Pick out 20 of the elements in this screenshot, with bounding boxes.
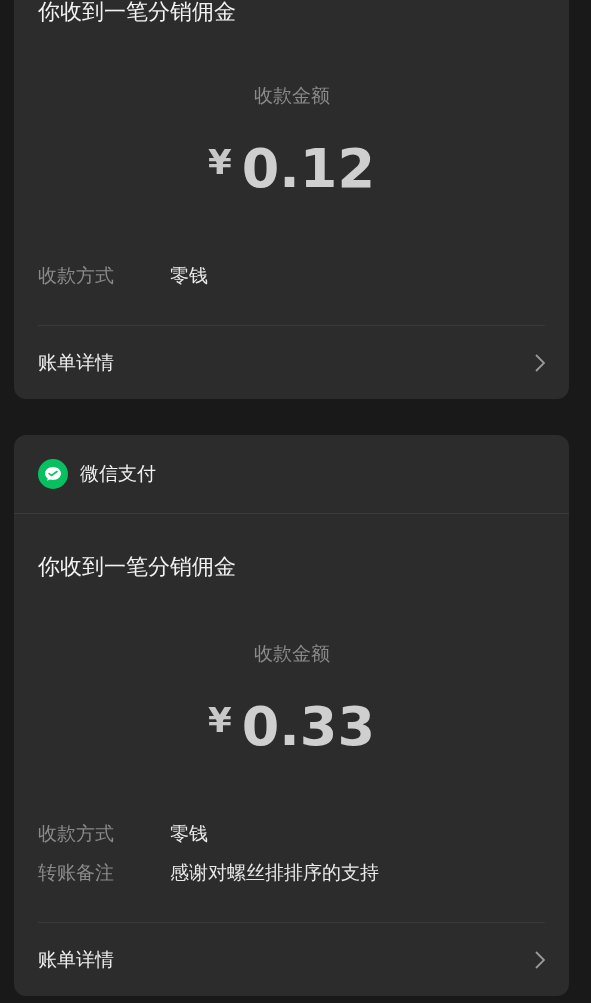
amount-value: 0.33 (241, 694, 375, 758)
message-title: 你收到一笔分销佣金 (37, 0, 237, 24)
bill-details-link[interactable]: 账单详情 (38, 922, 545, 996)
currency-symbol: ¥ (208, 700, 232, 740)
chat-bubble-icon (38, 459, 68, 489)
detail-label: 转账备注 (38, 860, 115, 885)
currency-symbol: ¥ (208, 142, 232, 182)
bill-details-link[interactable]: 账单详情 (38, 325, 545, 399)
detail-label: 收款方式 (38, 263, 115, 288)
detail-value: 感谢对螺丝排排序的支持 (170, 860, 379, 885)
chevron-right-icon (535, 353, 545, 372)
app-name: 微信支付 (80, 461, 156, 486)
detail-value: 零钱 (170, 821, 208, 846)
message-title: 你收到一笔分销佣金 (37, 553, 237, 581)
detail-value: 零钱 (170, 263, 208, 288)
detail-label: 收款方式 (38, 821, 115, 846)
chevron-right-icon (535, 950, 545, 969)
amount-value: 0.12 (241, 136, 375, 200)
amount-label: 收款金额 (252, 83, 331, 108)
amount-label: 收款金额 (252, 641, 331, 666)
